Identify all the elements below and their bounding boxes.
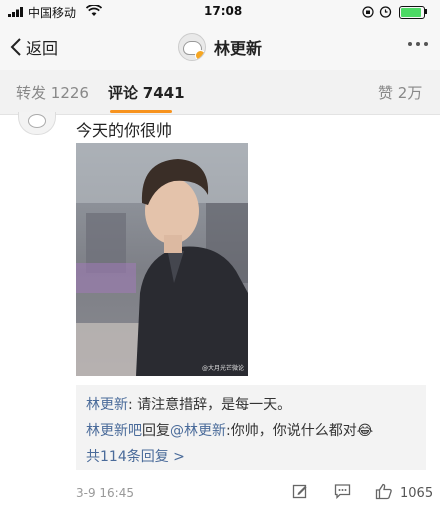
battery-icon bbox=[399, 6, 425, 19]
tab-label: 评论 bbox=[108, 84, 139, 102]
page-title: 林更新 bbox=[214, 39, 263, 58]
comment-text: 今天的你很帅 bbox=[76, 121, 173, 140]
tab-bar: 转发 1226 评论 7441 赞 2万 bbox=[0, 70, 440, 115]
reply-mention[interactable]: @林更新 bbox=[170, 423, 226, 439]
more-replies-link[interactable]: 共114条回复 > bbox=[86, 446, 185, 466]
reply-item: 林更新: 请注意措辞，是每一天。 bbox=[86, 394, 291, 414]
reply-username[interactable]: 林更新 bbox=[86, 397, 128, 413]
replies-box[interactable]: 林更新: 请注意措辞，是每一天。 林更新吧回复@林更新:你帅，你说什么都对😂 共… bbox=[76, 385, 426, 470]
back-button[interactable]: 返回 bbox=[10, 34, 58, 60]
comment-icon[interactable] bbox=[334, 483, 351, 499]
tab-likes[interactable]: 赞 2万 bbox=[378, 82, 422, 103]
comment-photo[interactable]: @大月光芒微论 bbox=[76, 143, 248, 376]
clock: 17:08 bbox=[204, 4, 243, 18]
like-count: 1065 bbox=[400, 486, 434, 501]
rotation-lock-icon bbox=[362, 6, 374, 18]
tab-count: 1226 bbox=[50, 84, 89, 102]
tab-label: 转发 bbox=[16, 84, 47, 102]
commenter-avatar[interactable] bbox=[18, 112, 56, 135]
reply-text: : 请注意措辞，是每一天。 bbox=[128, 397, 292, 413]
verified-badge-icon bbox=[195, 50, 205, 60]
nav-bar: 返回 林更新 bbox=[0, 24, 440, 70]
tab-label: 赞 bbox=[378, 84, 394, 102]
active-tab-indicator bbox=[110, 110, 172, 113]
reply-verb: 回复 bbox=[142, 423, 170, 439]
tab-count: 2万 bbox=[397, 84, 423, 102]
reply-text: :你帅，你说什么都对😂 bbox=[226, 423, 374, 439]
back-label: 返回 bbox=[26, 39, 59, 58]
tab-count: 7441 bbox=[142, 84, 185, 102]
status-bar: 中国移动 17:08 bbox=[0, 0, 440, 24]
alarm-icon bbox=[379, 6, 392, 18]
carrier-label: 中国移动 bbox=[28, 6, 77, 20]
thumbs-up-icon[interactable] bbox=[375, 483, 393, 500]
reply-username[interactable]: 林更新吧 bbox=[86, 423, 142, 439]
tab-comments[interactable]: 评论 7441 bbox=[108, 82, 185, 103]
reply-item: 林更新吧回复@林更新:你帅，你说什么都对😂 bbox=[86, 420, 373, 440]
comment-timestamp: 3-9 16:45 bbox=[76, 486, 134, 500]
signal-icon bbox=[8, 7, 23, 17]
profile-title[interactable]: 林更新 bbox=[178, 32, 262, 62]
more-icon[interactable] bbox=[408, 42, 428, 46]
image-watermark: @大月光芒微论 bbox=[201, 365, 244, 372]
photo-illustration bbox=[76, 143, 248, 376]
wifi-icon bbox=[86, 5, 102, 16]
tab-reposts[interactable]: 转发 1226 bbox=[16, 82, 89, 103]
edit-icon[interactable] bbox=[292, 483, 308, 499]
battery-tip bbox=[425, 9, 427, 14]
chevron-left-icon bbox=[10, 38, 21, 56]
avatar bbox=[178, 33, 206, 61]
